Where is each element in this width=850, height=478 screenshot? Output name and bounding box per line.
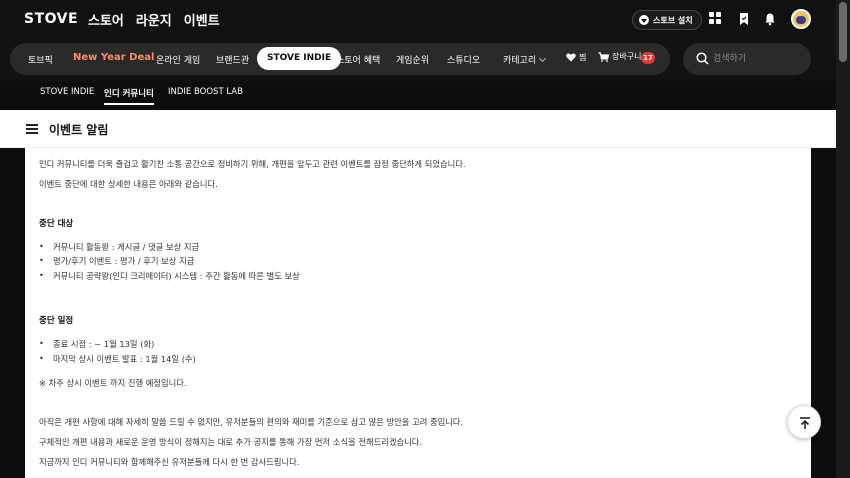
page-title: 이벤트 알림: [49, 123, 109, 137]
top-bar: STOVE 스토어 라운지 이벤트 스토브 설치: [0, 0, 850, 38]
arrow-up-icon: [800, 417, 810, 429]
wishlist-link[interactable]: 찜: [566, 52, 586, 63]
category-label: 카테고리: [503, 56, 537, 66]
cart-link[interactable]: 장바구니: [598, 51, 641, 62]
cart-icon: [598, 51, 609, 62]
intro-line-1: 인디 커뮤니티를 더욱 즐겁고 활기찬 소통 공간으로 정비하기 위해, 개편을…: [39, 159, 466, 169]
list-item: 종료 시점 : ~ 1월 13일 (화): [39, 338, 154, 350]
nav-item-brand[interactable]: 브랜드관: [216, 53, 249, 66]
list-item: 커뮤니티 활동왕 : 게시글 / 댓글 보상 지급: [39, 241, 199, 253]
intro-line-2: 이벤트 중단에 대한 상세한 내용은 아래와 같습니다.: [39, 179, 218, 189]
list-item: 커뮤니티 공략왕(인디 크리에이터) 시스템 : 주간 활동에 따른 별도 보상: [39, 270, 300, 282]
bell-icon[interactable]: [763, 12, 777, 26]
article-body: 인디 커뮤니티를 더욱 즐겁고 활기찬 소통 공간으로 정비하기 위해, 개편을…: [25, 148, 811, 478]
search-input[interactable]: [713, 50, 803, 68]
sub-nav: STOVE INDIE 인디 커뮤니티 INDIE BOOST LAB: [0, 82, 850, 108]
install-stove-button[interactable]: 스토브 설치: [632, 10, 702, 30]
nav-item-tovepick[interactable]: 토브픽: [28, 53, 53, 66]
nav-item-stove-indie[interactable]: STOVE INDIE: [257, 47, 342, 70]
apps-grid-icon[interactable]: [709, 12, 723, 26]
download-icon: [639, 15, 649, 25]
nav-item-category[interactable]: 카테고리: [503, 53, 547, 66]
stove-logo[interactable]: STOVE: [24, 11, 78, 27]
outro-line-3: 지금까지 인디 커뮤니티와 함께해주신 유저분들께 다시 한 번 감사드립니다.: [39, 457, 300, 467]
hamburger-menu-icon[interactable]: [26, 124, 38, 134]
heart-icon: [566, 53, 576, 62]
scrollbar-thumb[interactable]: [839, 2, 847, 62]
scroll-to-top-button[interactable]: [787, 405, 821, 439]
bookmark-icon[interactable]: [737, 12, 751, 26]
page-header: 이벤트 알림: [0, 110, 836, 148]
nav-item-store-benefit[interactable]: 스토어 혜택: [336, 53, 380, 66]
list-item: 마지막 상시 이벤트 발표 : 1월 14일 (수): [39, 353, 196, 365]
main-nav: 토브픽 New Year Deal 온라인 게임 브랜드관 STOVE INDI…: [0, 38, 850, 82]
chevron-down-icon: [539, 54, 547, 63]
search-box[interactable]: [683, 43, 811, 75]
page-scrollbar[interactable]: [836, 0, 850, 478]
user-avatar[interactable]: [791, 9, 811, 29]
nav-item-online-game[interactable]: 온라인 게임: [156, 53, 200, 66]
nav-item-studio[interactable]: 스튜디오: [447, 53, 480, 66]
schedule-note: ※ 차주 상시 이벤트 까지 진행 예정입니다.: [39, 378, 187, 388]
section-title-schedule: 중단 일정: [39, 316, 74, 326]
subnav-indie-boost-lab[interactable]: INDIE BOOST LAB: [168, 87, 243, 97]
list-item: 평가/후기 이벤트 : 평가 / 후기 보상 지급: [39, 255, 194, 267]
cart-count-badge: 17: [641, 52, 655, 64]
section-title-targets: 중단 대상: [39, 219, 74, 229]
nav-item-new-year-deal[interactable]: New Year Deal: [73, 52, 154, 63]
gnb-event[interactable]: 이벤트: [184, 10, 220, 29]
install-label: 스토브 설치: [653, 15, 693, 25]
subnav-stove-indie[interactable]: STOVE INDIE: [40, 87, 94, 97]
wishlist-label: 찜: [579, 53, 587, 62]
search-icon: [696, 52, 709, 65]
outro-line-1: 아직은 개편 사항에 대해 자세히 말씀 드릴 수 없지만, 유저분들의 편의와…: [39, 417, 464, 427]
nav-item-game-ranking[interactable]: 게임순위: [396, 53, 429, 66]
outro-line-2: 구체적인 개편 내용과 새로운 운영 방식이 정해지는 대로 추가 공지를 통해…: [39, 437, 423, 447]
cart-label: 장바구니: [612, 52, 642, 61]
content-area: 인디 커뮤니티를 더욱 즐겁고 활기찬 소통 공간으로 정비하기 위해, 개편을…: [0, 148, 836, 478]
gnb-store[interactable]: 스토어: [88, 10, 124, 29]
gnb-lounge[interactable]: 라운지: [136, 10, 172, 29]
global-nav: 스토어 라운지 이벤트: [88, 10, 220, 29]
subnav-indie-community[interactable]: 인디 커뮤니티: [104, 87, 154, 105]
